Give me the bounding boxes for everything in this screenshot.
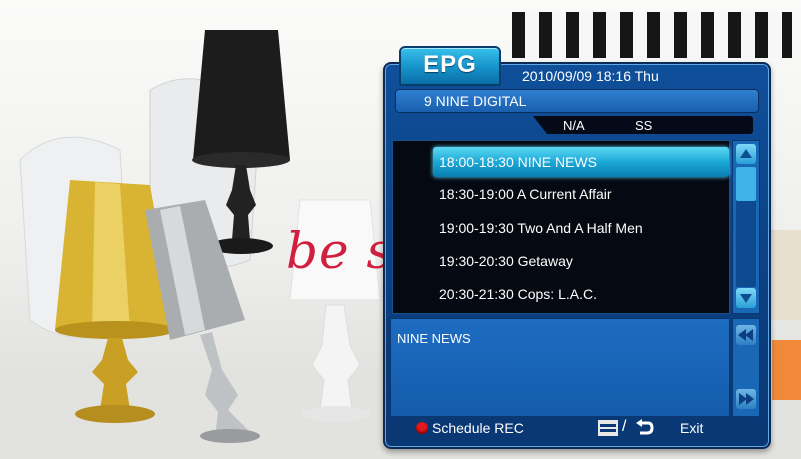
program-item[interactable]: 20:30-21:30 Cops: L.A.C. — [439, 279, 597, 309]
program-description: NINE NEWS — [390, 318, 730, 417]
program-list-scrollbar[interactable] — [732, 140, 760, 314]
channel-name: 9 NINE DIGITAL — [424, 93, 527, 109]
audio-label: SS — [635, 118, 653, 133]
schedule-rec-label[interactable]: Schedule REC — [432, 420, 524, 436]
description-scrollbar[interactable] — [732, 318, 760, 417]
guide-list-icon — [598, 420, 618, 436]
program-list: 18:00-18:30 NINE NEWS 18:30-19:00 A Curr… — [392, 140, 730, 314]
program-item[interactable]: 19:00-19:30 Two And A Half Men — [439, 213, 643, 243]
epg-tab-label: EPG — [423, 51, 477, 78]
back-arrow-icon — [636, 419, 654, 435]
epg-tab: EPG — [399, 46, 501, 86]
scroll-down-icon[interactable] — [736, 288, 756, 308]
page-down-icon[interactable] — [736, 389, 756, 409]
red-record-dot-icon — [416, 422, 428, 434]
description-text: NINE NEWS — [397, 331, 471, 346]
scroll-thumb[interactable] — [736, 167, 756, 201]
channel-name-bar[interactable]: 9 NINE DIGITAL — [395, 89, 759, 113]
epg-footer: Schedule REC / Exit — [390, 418, 762, 440]
scroll-up-icon[interactable] — [736, 144, 756, 164]
date-time: 2010/09/09 18:16 Thu — [522, 68, 659, 84]
program-item[interactable]: 19:30-20:30 Getaway — [439, 246, 573, 276]
program-item[interactable]: 18:00-18:30 NINE NEWS — [433, 147, 729, 177]
exit-label[interactable]: Exit — [680, 420, 703, 436]
separator-slash: / — [622, 418, 627, 435]
program-item[interactable]: 18:30-19:00 A Current Affair — [439, 179, 612, 209]
page-up-icon[interactable] — [736, 325, 756, 345]
rating-label: N/A — [563, 118, 585, 133]
program-info-bar: N/A SS — [533, 116, 753, 134]
